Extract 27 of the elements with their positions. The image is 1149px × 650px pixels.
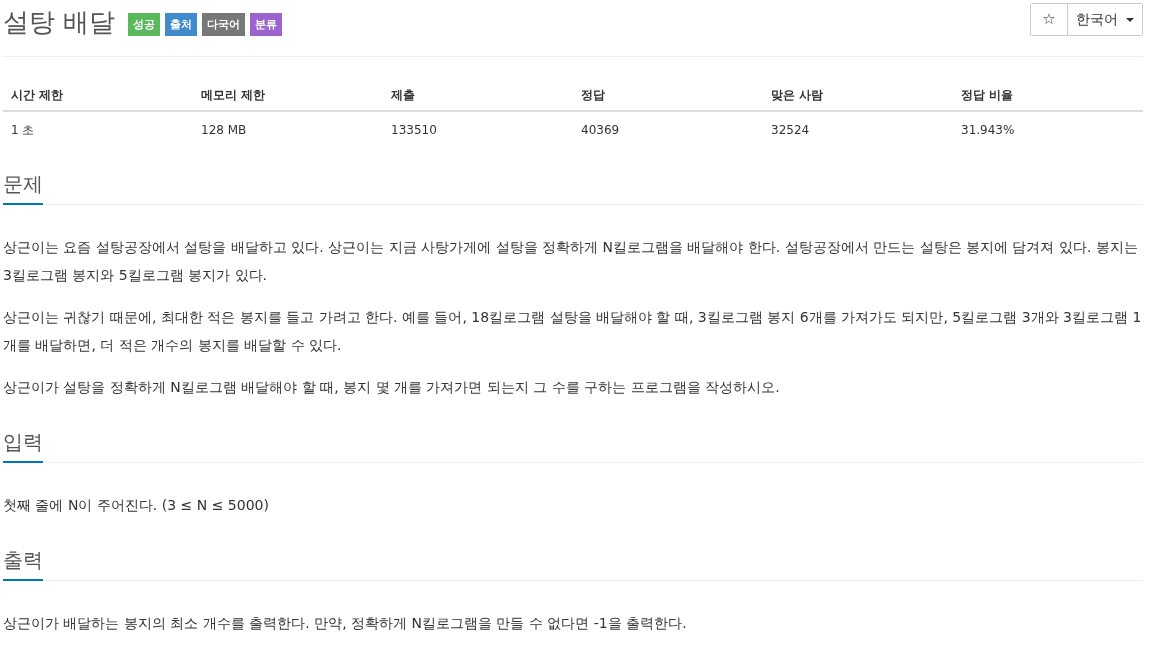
- section-heading: 입력: [3, 429, 43, 456]
- column-header: 메모리 제한: [201, 88, 266, 102]
- table-cell: 1 초: [11, 122, 35, 137]
- column-header: 제출: [391, 88, 415, 102]
- badge[interactable]: 분류: [250, 13, 283, 36]
- table-cell: 40369: [581, 122, 620, 137]
- paragraph: 첫째 줄에 N이 주어진다. (3 ≤ N ≤ 5000): [3, 496, 270, 515]
- paragraph: 상근이가 설탕을 정확하게 N킬로그램 배달해야 할 때, 봉지 몇 개를 가져가면 되는지 그 수를 구하는 프로그램을 작성하시오.: [3, 378, 781, 397]
- column-header: 시간 제한: [11, 88, 64, 102]
- column-header: 정답: [581, 88, 605, 102]
- favorite-button[interactable]: ☆: [1031, 4, 1068, 35]
- table-cell: 133510: [391, 122, 437, 137]
- badge[interactable]: 성공: [128, 13, 161, 36]
- column-header: 정답 비율: [961, 88, 1014, 102]
- badge[interactable]: 출처: [165, 13, 198, 36]
- table-cell: 31.943%: [961, 122, 1015, 137]
- caret-icon: [1126, 17, 1134, 22]
- section-heading: 출력: [3, 547, 43, 574]
- badge[interactable]: 다국어: [202, 13, 246, 36]
- paragraph: 상근이가 배달하는 봉지의 최소 개수를 출력한다. 만약, 정확하게 N킬로그램을 만들 수 없다면 -1을 출력한다.: [3, 614, 688, 633]
- paragraph: 상근이는 요즘 설탕공장에서 설탕을 배달하고 있다. 상근이는 지금 사탕가게에 설탕을 정확하게 N킬로그램을 배달해야 한다. 설탕공장에서 만드는 설탕은 봉지에 담겨져 있다. 봉지는 3킬로그램 봉지와 5킬로그램 봉지가 있다.: [3, 238, 1139, 285]
- problem-title: 설탕 배달: [3, 6, 116, 38]
- table-cell: 32524: [771, 122, 810, 137]
- table-cell: 128 MB: [201, 122, 247, 137]
- paragraph: 상근이는 귀찮기 때문에, 최대한 적은 봉지를 들고 가려고 한다. 예를 들어, 18킬로그램 설탕을 배달해야 할 때, 3킬로그램 봉지 6개를 가져가도 되지만, 5킬로그램 3개와 3킬로그램 1개를 배달하면, 더 적은 개수의 봉지를 배달할 수 있다.: [3, 308, 1143, 355]
- column-header: 맞은 사람: [771, 88, 824, 102]
- section-heading: 문제: [3, 171, 43, 198]
